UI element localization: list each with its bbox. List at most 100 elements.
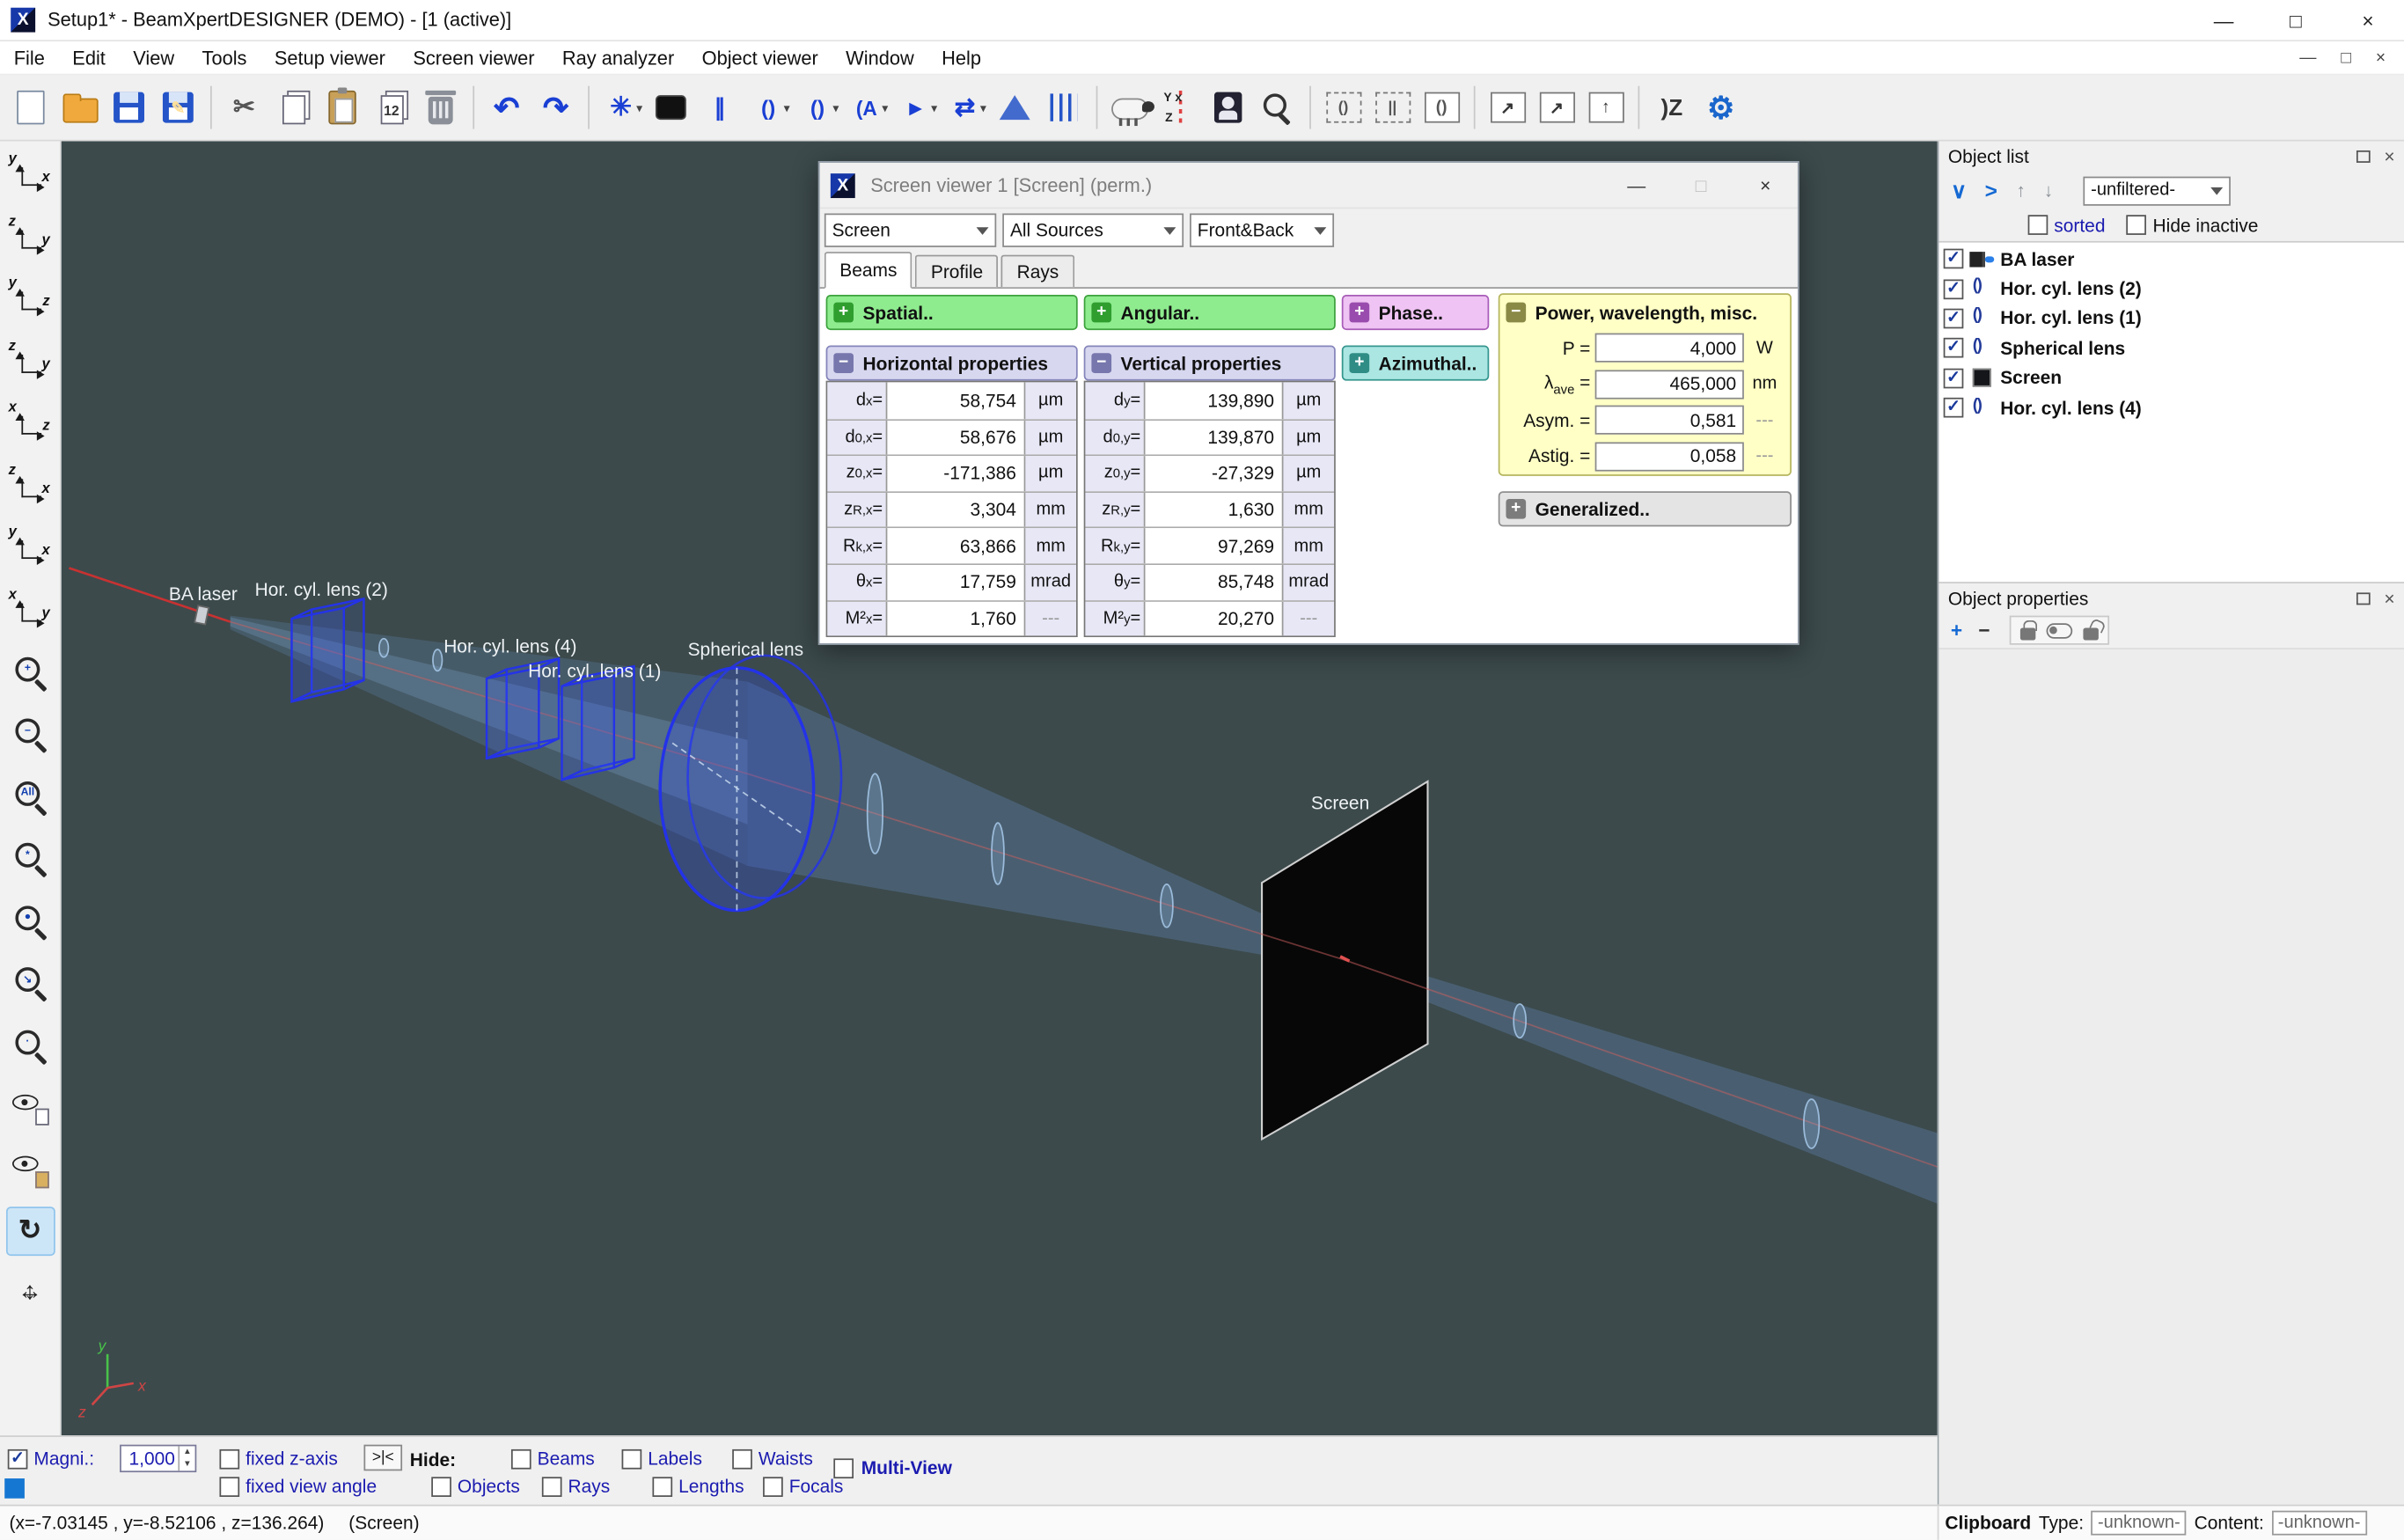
export-frame-up-button[interactable]: ↑ — [1583, 81, 1629, 133]
laser-source[interactable] — [194, 605, 209, 624]
insert-mirror-button[interactable]: ►▾ — [893, 81, 939, 133]
property-value[interactable]: 139,870 — [1144, 420, 1284, 454]
generalized-button[interactable]: +Generalized.. — [1499, 491, 1792, 526]
show-objects-button[interactable] — [5, 1082, 55, 1131]
tab-beams[interactable]: Beams — [825, 252, 912, 289]
hide-lengths-checkbox[interactable]: Lengths — [652, 1476, 763, 1497]
property-value[interactable]: -171,386 — [886, 456, 1026, 490]
angular-button[interactable]: +Angular.. — [1084, 295, 1336, 330]
object-list-item[interactable]: ✓Hor. cyl. lens (2) — [1939, 274, 2404, 304]
view-y-x-2-button[interactable]: yx — [5, 522, 55, 571]
new-document-button[interactable] — [8, 81, 54, 133]
cylindrical-lens-2[interactable] — [291, 598, 363, 701]
lock-open-icon[interactable] — [2083, 627, 2098, 640]
insert-laser-button[interactable]: ✳▾ — [598, 81, 644, 133]
spin-up-button[interactable]: ▲ — [178, 1446, 194, 1458]
property-value[interactable]: 58,676 — [886, 420, 1026, 454]
search-settings-button[interactable] — [1254, 81, 1300, 133]
phase-button[interactable]: +Phase.. — [1342, 295, 1489, 330]
paste-multiple-button[interactable]: 12 — [369, 81, 414, 133]
property-value[interactable]: 97,269 — [1144, 529, 1284, 563]
property-value[interactable]: 17,759 — [886, 565, 1026, 599]
close-button[interactable]: × — [1733, 163, 1798, 208]
clip-frame-button[interactable]: () — [1320, 81, 1366, 133]
view-z-y-button[interactable]: zy — [5, 211, 55, 260]
property-value[interactable]: 139,890 — [1144, 382, 1284, 418]
zoom-all-button[interactable]: All — [5, 771, 55, 820]
save-as-button[interactable]: ✎ — [155, 81, 201, 133]
export-frame-button[interactable]: ↗ — [1534, 81, 1579, 133]
hide-rays-checkbox[interactable]: Rays — [542, 1476, 653, 1497]
magnification-checkbox[interactable]: ✓ Magni.: — [8, 1448, 94, 1469]
fixed-z-axis-checkbox[interactable]: fixed z-axis — [219, 1448, 337, 1469]
insert-fiber-array-button[interactable] — [1041, 81, 1087, 133]
multi-view-checkbox[interactable]: Multi-View — [833, 1457, 952, 1478]
view-z-y-2-button[interactable]: zy — [5, 335, 55, 385]
redo-button[interactable]: ↷ — [532, 81, 578, 133]
collapse-panel-button[interactable]: >|< — [363, 1445, 402, 1471]
menu-file[interactable]: File — [0, 47, 59, 68]
lock-closed-icon[interactable] — [2020, 627, 2035, 640]
save-button[interactable] — [106, 81, 151, 133]
property-value[interactable]: 85,748 — [1144, 565, 1284, 599]
visibility-checkbox[interactable]: ✓ — [1944, 368, 1964, 388]
show-clipboard-button[interactable] — [5, 1144, 55, 1193]
zoom-region-button[interactable]: ● — [5, 895, 55, 944]
screen-select[interactable]: Screen — [825, 213, 996, 246]
property-value[interactable]: -27,329 — [1144, 456, 1284, 490]
property-value[interactable]: 1,760 — [886, 601, 1026, 635]
property-value[interactable]: 63,866 — [886, 529, 1026, 563]
zoom-out-button[interactable]: − — [5, 708, 55, 758]
object-list-item[interactable]: ✓BA laser — [1939, 244, 2404, 274]
view-y-x-button[interactable]: yx — [5, 149, 55, 198]
property-value[interactable]: 20,270 — [1144, 601, 1284, 635]
settings-gear-button[interactable]: ⚙ — [1698, 81, 1744, 133]
user-card-button[interactable] — [1206, 81, 1251, 133]
menu-ray-analyzer[interactable]: Ray analyzer — [548, 47, 688, 68]
object-list-item[interactable]: ✓Screen — [1939, 363, 2404, 393]
pan-view-button[interactable] — [5, 1268, 55, 1317]
fixed-view-angle-checkbox[interactable]: fixed view angle — [219, 1476, 377, 1497]
property-value[interactable]: 0,581 — [1595, 406, 1744, 435]
visibility-checkbox[interactable]: ✓ — [1944, 338, 1964, 358]
add-property-button[interactable]: + — [1945, 620, 1968, 641]
side-select[interactable]: Front&Back — [1190, 213, 1334, 246]
move-down-button[interactable]: ↓ — [2037, 180, 2060, 201]
screen-viewer-titlebar[interactable]: X Screen viewer 1 [Screen] (perm.) — □ × — [820, 163, 1798, 209]
remove-property-button[interactable]: − — [1973, 620, 1996, 641]
float-panel-icon[interactable] — [2356, 150, 2371, 163]
hide-waists-checkbox[interactable]: Waists — [732, 1448, 843, 1469]
visibility-checkbox[interactable]: ✓ — [1944, 398, 1964, 418]
hide-labels-checkbox[interactable]: Labels — [622, 1448, 733, 1469]
tab-rays[interactable]: Rays — [1001, 255, 1074, 288]
lock-toggle-icon[interactable] — [2047, 622, 2073, 637]
mdi-restore-button[interactable]: □ — [2341, 48, 2351, 67]
azimuthal-button[interactable]: +Azimuthal.. — [1342, 346, 1489, 381]
tab-profile[interactable]: Profile — [915, 255, 998, 288]
horizontal-properties-button[interactable]: −Horizontal properties — [826, 346, 1078, 381]
import-frame-button[interactable]: ↗ — [1484, 81, 1530, 133]
menu-setup-viewer[interactable]: Setup viewer — [260, 47, 399, 68]
insert-aperture-button[interactable]: (A▾ — [845, 81, 891, 133]
menu-help[interactable]: Help — [927, 47, 994, 68]
spatial-button[interactable]: +Spatial.. — [826, 295, 1078, 330]
cut-button[interactable]: ✂ — [221, 81, 267, 133]
sources-select[interactable]: All Sources — [1002, 213, 1184, 246]
maximize-button[interactable]: □ — [2260, 0, 2332, 40]
view-x-z-button[interactable]: xz — [5, 398, 55, 447]
view-z-x-button[interactable]: zx — [5, 460, 55, 510]
menu-object-viewer[interactable]: Object viewer — [688, 47, 832, 68]
minimize-button[interactable]: — — [2188, 0, 2260, 40]
hide-beams-checkbox[interactable]: Beams — [511, 1448, 622, 1469]
object-list-item[interactable]: ✓Hor. cyl. lens (4) — [1939, 393, 2404, 423]
visibility-checkbox[interactable]: ✓ — [1944, 249, 1964, 269]
paste-button[interactable] — [319, 81, 365, 133]
property-value[interactable]: 4,000 — [1595, 334, 1744, 363]
spin-down-button[interactable]: ▼ — [178, 1458, 194, 1470]
filter-select[interactable]: -unfiltered- — [2083, 176, 2230, 205]
insert-lens-button[interactable]: ()▾ — [746, 81, 792, 133]
menu-tools[interactable]: Tools — [188, 47, 260, 68]
hide-objects-checkbox[interactable]: Objects — [431, 1476, 542, 1497]
open-project-button[interactable] — [57, 81, 103, 133]
menu-view[interactable]: View — [120, 47, 188, 68]
